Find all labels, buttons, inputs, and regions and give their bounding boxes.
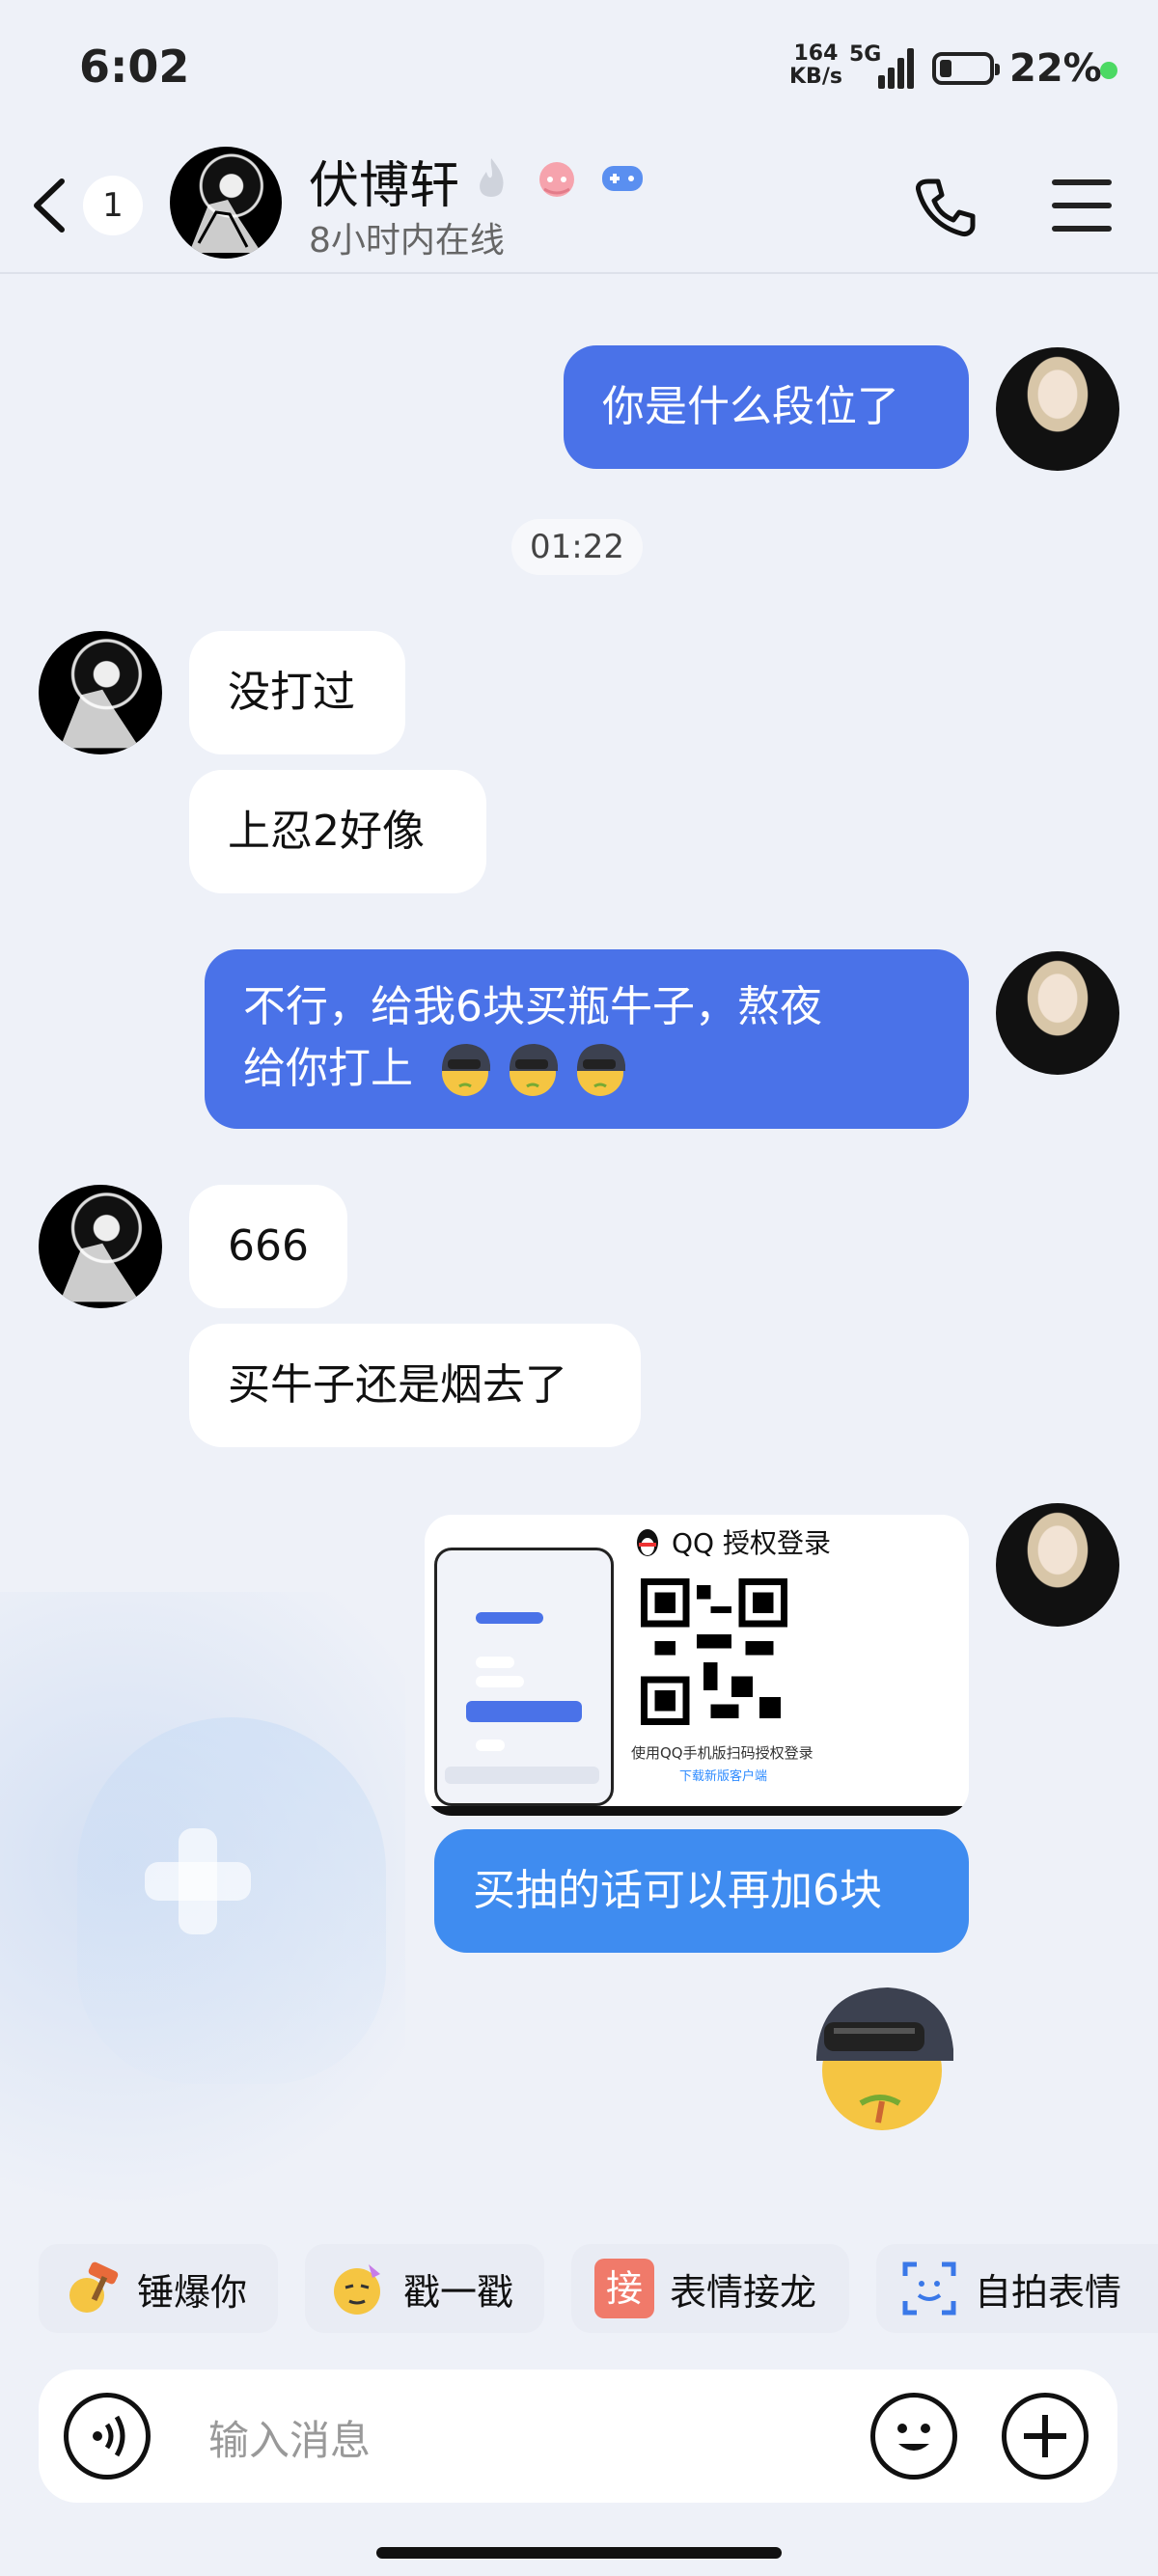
- net-speed: 164 KB/s: [789, 42, 842, 89]
- jie-badge-icon: 接: [594, 2259, 654, 2318]
- message-bubble-right[interactable]: 买抽的话可以再加6块: [434, 1829, 969, 1953]
- contact-avatar[interactable]: [39, 1185, 162, 1308]
- my-avatar[interactable]: [996, 1503, 1119, 1627]
- message-bubble-left[interactable]: 买牛子还是烟去了: [189, 1324, 641, 1447]
- my-avatar[interactable]: [996, 951, 1119, 1075]
- contact-avatar[interactable]: [170, 147, 282, 259]
- contact-avatar[interactable]: [39, 631, 162, 754]
- home-indicator[interactable]: [376, 2547, 782, 2559]
- quick-actions-row: 锤爆你 戳一戳 接 表情接龙 自拍表情: [0, 2244, 1158, 2333]
- signal-icon: [878, 46, 917, 89]
- qr-tip-text: 使用QQ手机版扫码授权登录: [631, 1744, 813, 1762]
- quick-action-selfie[interactable]: 自拍表情: [876, 2244, 1158, 2333]
- online-status: 8小时内在线: [309, 221, 505, 260]
- helmet-emoji: [577, 1044, 625, 1096]
- hammer-icon: [62, 2259, 122, 2318]
- timestamp-chip: 01:22: [511, 519, 643, 575]
- quick-action-label: 自拍表情: [975, 2270, 1122, 2314]
- pink-cloud-icon[interactable]: [533, 154, 581, 203]
- helmet-emoji: [510, 1044, 558, 1096]
- plus-icon[interactable]: [1002, 2393, 1089, 2480]
- helmet-emoji-group: [434, 1038, 631, 1100]
- network-type: 5G: [849, 42, 882, 67]
- battery-percent: 22%: [1009, 46, 1102, 91]
- game-controller-icon[interactable]: [598, 154, 647, 203]
- message-input[interactable]: 输入消息: [208, 2408, 371, 2467]
- message-bubble-left[interactable]: 没打过: [189, 631, 405, 754]
- phone-icon[interactable]: [911, 174, 979, 241]
- quick-action-label: 表情接龙: [670, 2270, 817, 2314]
- download-link[interactable]: 下载新版客户端: [679, 1766, 767, 1784]
- privacy-indicator-dot: [1100, 62, 1117, 79]
- message-input-bar: 输入消息: [39, 2370, 1117, 2503]
- helmet-emoji-sticker[interactable]: [803, 1978, 957, 2132]
- qq-login-title: QQ 授权登录: [631, 1522, 831, 1561]
- qr-code-icon: [641, 1578, 787, 1725]
- contact-name[interactable]: 伏博轩: [309, 145, 459, 217]
- status-bar: 6:02 164 KB/s 5G 22%: [0, 0, 1158, 135]
- card-bottom-bar: [425, 1806, 969, 1816]
- image-message-card[interactable]: QQ 授权登录 使用QQ手机版扫码授权登录 下载新版客户端: [425, 1515, 969, 1816]
- message-text: 666: [228, 1221, 309, 1271]
- quick-action-label: 锤爆你: [137, 2270, 248, 2314]
- quick-action-poke[interactable]: 戳一戳: [305, 2244, 544, 2333]
- net-speed-unit: KB/s: [789, 65, 842, 89]
- message-text: 买抽的话可以再加6块: [473, 1866, 882, 1915]
- message-bubble-left[interactable]: 666: [189, 1185, 347, 1308]
- emoji-icon[interactable]: [870, 2393, 957, 2480]
- helmet-emoji: [442, 1044, 490, 1096]
- message-text: 上忍2好像: [228, 807, 425, 856]
- selfie-face-icon: [899, 2259, 959, 2318]
- quick-action-emoji-relay[interactable]: 接 表情接龙: [571, 2244, 849, 2333]
- phone-screenshot-thumbnail: [434, 1548, 614, 1806]
- status-time: 6:02: [79, 41, 190, 93]
- message-bubble-right[interactable]: 你是什么段位了: [564, 345, 969, 469]
- quick-action-label: 戳一戳: [403, 2270, 514, 2314]
- poke-emoji-icon: [328, 2259, 388, 2318]
- my-avatar[interactable]: [996, 347, 1119, 471]
- chat-header: 1 伏博轩 8小时内在线: [0, 135, 1158, 274]
- menu-icon[interactable]: [1052, 179, 1112, 233]
- unread-badge[interactable]: 1: [83, 176, 143, 235]
- back-arrow-icon[interactable]: [23, 174, 81, 237]
- battery-icon: [932, 52, 1000, 85]
- message-text: 你是什么段位了: [602, 382, 899, 431]
- game-controller-background-icon: [77, 1717, 386, 2084]
- message-text: 买牛子还是烟去了: [228, 1360, 567, 1410]
- flame-icon[interactable]: [467, 154, 515, 203]
- net-speed-value: 164: [793, 41, 839, 66]
- card-title: QQ 授权登录: [672, 1527, 831, 1559]
- voice-icon[interactable]: [64, 2393, 151, 2480]
- message-text: 没打过: [228, 668, 355, 717]
- contact-badges: [467, 154, 647, 203]
- penguin-icon: [637, 1529, 658, 1556]
- message-bubble-left[interactable]: 上忍2好像: [189, 770, 486, 893]
- quick-action-hammer[interactable]: 锤爆你: [39, 2244, 278, 2333]
